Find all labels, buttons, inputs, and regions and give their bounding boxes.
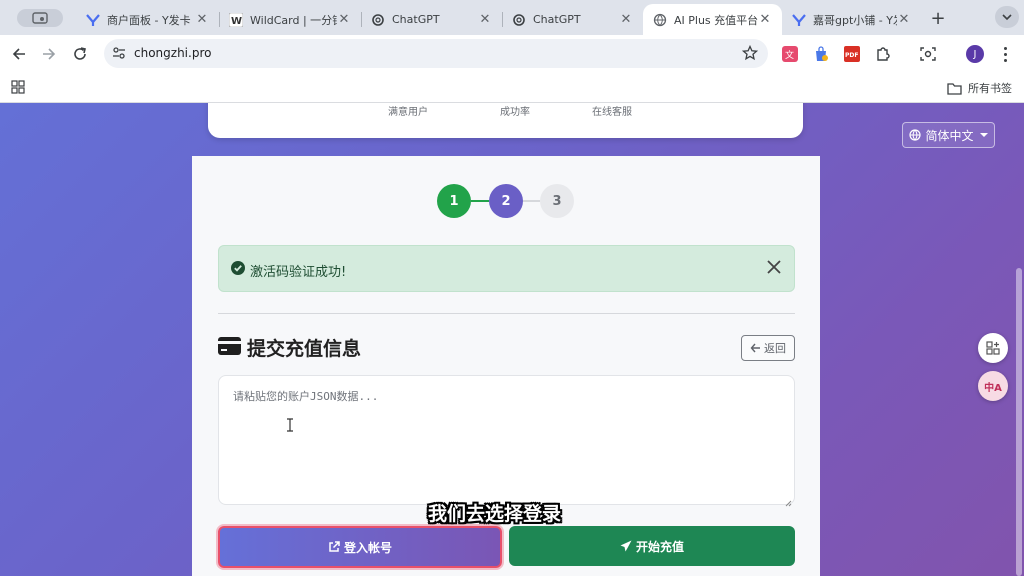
screenshot-icon[interactable]: [919, 45, 937, 63]
openai-icon: [512, 13, 526, 27]
page-scrollbar[interactable]: [1014, 103, 1024, 576]
tab-wildcard[interactable]: W WildCard | 一分钟 ✕: [219, 4, 361, 35]
external-link-icon: [329, 541, 340, 552]
reload-icon: [74, 47, 86, 60]
stat-satisfied-users: 满意用户: [388, 107, 428, 118]
step-indicator-3: 3: [540, 184, 574, 218]
credit-card-icon: [218, 337, 241, 358]
translate-badge-label: 中A: [984, 382, 1002, 394]
video-caption: 我们去选择登录: [428, 503, 562, 525]
translate-float-button[interactable]: 中A: [978, 371, 1008, 401]
translate-extension-icon[interactable]: 文: [781, 45, 799, 63]
section-divider: [218, 313, 795, 314]
tab-chatgpt-1[interactable]: ChatGPT ✕: [361, 4, 502, 35]
caret-down-icon: [979, 133, 988, 137]
close-tab-icon[interactable]: ✕: [619, 12, 633, 27]
profile-avatar[interactable]: J: [966, 45, 984, 63]
folder-icon: [947, 82, 962, 95]
browser-toolbar: chongzhi.pro 文 PDF J: [0, 35, 1024, 73]
all-bookmarks-label: 所有书签: [968, 82, 1012, 95]
alert-message: 激活码验证成功!: [250, 265, 347, 280]
grid-plus-icon: [986, 341, 1000, 355]
step-connector: [523, 200, 540, 202]
svg-text:PDF: PDF: [845, 52, 858, 59]
login-button-label: 登入帐号: [343, 540, 392, 555]
wildcard-logo-icon: W: [229, 12, 243, 27]
check-circle-icon: [231, 261, 245, 278]
arrow-right-icon: [43, 48, 56, 60]
all-bookmarks-button[interactable]: 所有书签: [947, 80, 1012, 96]
sidebar-tools-button[interactable]: [978, 333, 1008, 363]
y-logo-icon: [792, 13, 806, 27]
resize-grip-icon[interactable]: [785, 496, 792, 510]
tab-strip: 商户面板 - Y发卡 ✕ W WildCard | 一分钟 ✕ ChatGPT …: [0, 0, 1024, 35]
tab-search-icon: [32, 12, 48, 24]
tab-jiage-shop[interactable]: 嘉哥gpt小铺 - Y发 ✕: [782, 4, 921, 35]
close-tab-icon[interactable]: ✕: [758, 12, 772, 27]
language-label: 简体中文: [925, 128, 974, 143]
text-cursor-icon: [286, 418, 294, 435]
tab-title: WildCard | 一分钟: [250, 13, 337, 27]
openai-icon: [371, 13, 385, 27]
url-text[interactable]: chongzhi.pro: [134, 46, 211, 60]
step-indicator-2: 2: [489, 184, 523, 218]
bookmarks-bar: 所有书签: [0, 73, 1024, 103]
close-icon[interactable]: [766, 259, 782, 278]
arrow-left-icon: [750, 343, 760, 353]
paper-plane-icon: [620, 540, 632, 552]
stat-success-rate: 成功率: [500, 107, 530, 118]
close-tab-icon[interactable]: ✕: [897, 12, 911, 27]
stats-card: 满意用户 成功率 在线客服: [208, 103, 803, 138]
step-connector: [471, 200, 489, 202]
section-title: 提交充值信息: [247, 338, 362, 360]
tab-title: 嘉哥gpt小铺 - Y发: [813, 13, 897, 27]
tab-list-button[interactable]: [995, 6, 1019, 28]
globe-icon: [909, 129, 922, 141]
forward-nav-button[interactable]: [38, 43, 60, 65]
tab-merchant-panel[interactable]: 商户面板 - Y发卡 ✕: [76, 4, 219, 35]
tab-title: 商户面板 - Y发卡: [107, 13, 191, 27]
bag-extension-icon[interactable]: [812, 45, 830, 63]
tab-ai-plus[interactable]: AI Plus 充值平台 ✕: [643, 4, 782, 35]
bookmark-star-icon[interactable]: [741, 44, 759, 64]
tab-title: ChatGPT: [533, 13, 581, 26]
svg-text:W: W: [231, 16, 242, 27]
chevron-down-icon: [1002, 13, 1012, 20]
scrollbar-thumb[interactable]: [1016, 268, 1022, 576]
tab-search-button[interactable]: [17, 9, 63, 27]
apps-grid-icon[interactable]: [11, 80, 25, 97]
success-alert: 激活码验证成功!: [218, 245, 795, 292]
site-settings-icon[interactable]: [112, 46, 126, 63]
y-logo-icon: [86, 13, 100, 27]
globe-icon: [653, 13, 667, 27]
chrome-menu-icon[interactable]: [998, 45, 1012, 63]
step-indicator-1: 1: [437, 184, 471, 218]
language-selector[interactable]: 简体中文: [902, 122, 995, 148]
close-tab-icon[interactable]: ✕: [195, 12, 209, 27]
start-recharge-button[interactable]: 开始充值: [509, 526, 795, 566]
puzzle-icon[interactable]: [874, 45, 892, 63]
new-tab-button[interactable]: +: [928, 7, 948, 29]
start-recharge-label: 开始充值: [635, 539, 684, 554]
tab-title: AI Plus 充值平台: [674, 13, 758, 27]
close-tab-icon[interactable]: ✕: [337, 12, 351, 27]
close-tab-icon[interactable]: ✕: [478, 12, 492, 27]
address-bar[interactable]: chongzhi.pro: [104, 39, 768, 68]
arrow-left-icon: [12, 48, 25, 60]
plus-icon: +: [930, 7, 946, 29]
tab-chatgpt-2[interactable]: ChatGPT ✕: [502, 4, 643, 35]
json-input[interactable]: [218, 375, 795, 505]
pdf-extension-icon[interactable]: PDF: [843, 45, 861, 63]
login-button[interactable]: 登入帐号: [218, 526, 502, 568]
stat-online-support: 在线客服: [592, 107, 632, 118]
reload-button[interactable]: [69, 43, 91, 65]
back-button-label: 返回: [764, 342, 786, 355]
svg-text:文: 文: [785, 49, 794, 61]
back-button[interactable]: 返回: [741, 335, 795, 361]
back-nav-button[interactable]: [8, 43, 30, 65]
tab-title: ChatGPT: [392, 13, 440, 26]
